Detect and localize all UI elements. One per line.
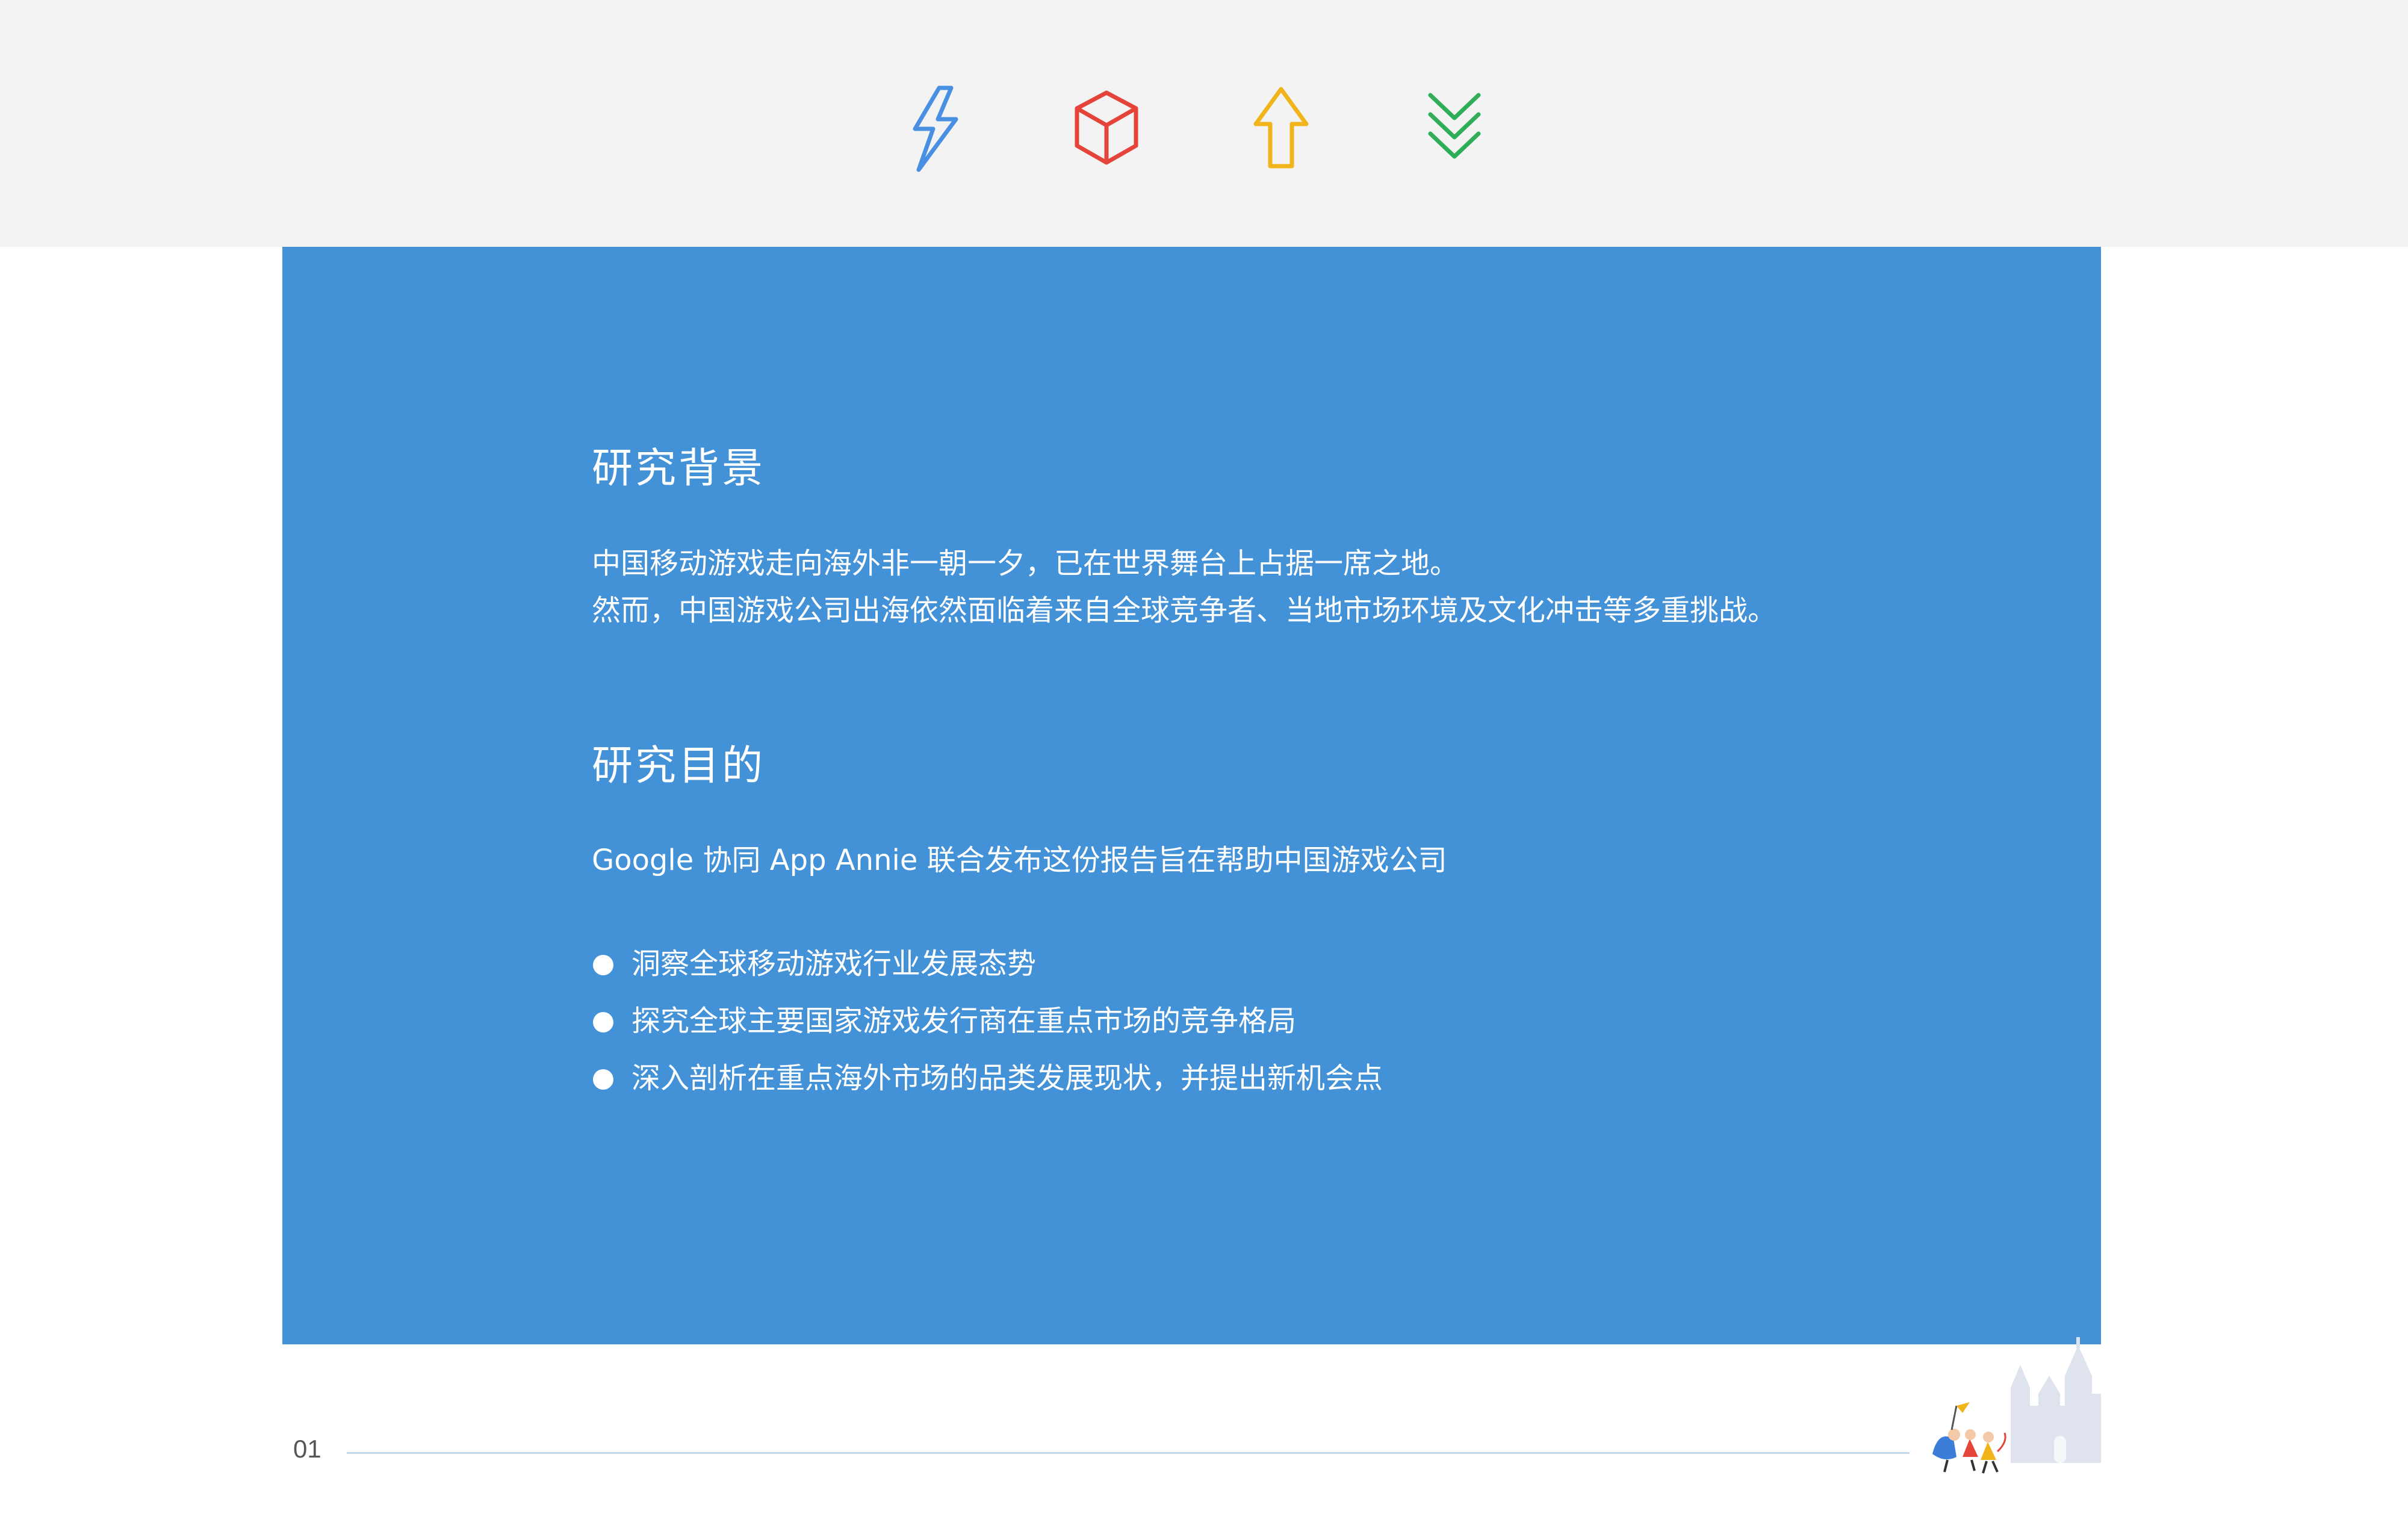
header-band bbox=[0, 0, 2408, 247]
background-line-2: 然而，中国游戏公司出海依然面临着来自全球竞争者、当地市场环境及文化冲击等多重挑战… bbox=[592, 594, 1777, 627]
cube-icon bbox=[1073, 84, 1140, 175]
purpose-intro: Google 协同 App Annie 联合发布这份报告旨在帮助中国游戏公司 bbox=[592, 843, 1447, 877]
content-panel bbox=[282, 247, 2101, 1344]
list-item: 探究全球主要国家游戏发行商在重点市场的竞争格局 bbox=[592, 999, 1383, 1057]
characters bbox=[1932, 1402, 2006, 1474]
lightning-icon bbox=[903, 84, 969, 175]
purpose-heading: 研究目的 bbox=[592, 742, 766, 790]
background-heading: 研究背景 bbox=[592, 445, 766, 492]
list-item: 洞察全球移动游戏行业发展态势 bbox=[592, 942, 1383, 999]
bullet-text: 探究全球主要国家游戏发行商在重点市场的竞争格局 bbox=[631, 1004, 1297, 1038]
bullet-text: 洞察全球移动游戏行业发展态势 bbox=[631, 947, 1037, 981]
background-paragraph: 中国移动游戏走向海外非一朝一夕，已在世界舞台上占据一席之地。 然而，中国游戏公司… bbox=[592, 540, 1777, 634]
purpose-bullet-list: 洞察全球移动游戏行业发展态势 探究全球主要国家游戏发行商在重点市场的竞争格局 深… bbox=[592, 942, 1383, 1114]
bullet-dot bbox=[593, 1069, 613, 1090]
page-number: 01 bbox=[293, 1435, 321, 1463]
footer-divider bbox=[347, 1452, 1910, 1454]
bullet-text: 深入剖析在重点海外市场的品类发展现状，并提出新机会点 bbox=[631, 1061, 1383, 1095]
background-line-1: 中国移动游戏走向海外非一朝一夕，已在世界舞台上占据一席之地。 bbox=[592, 547, 1459, 580]
bullet-dot bbox=[593, 955, 613, 975]
double-chevron-down-icon bbox=[1424, 84, 1485, 175]
castle-characters-illustration bbox=[1920, 1334, 2107, 1480]
bullet-dot bbox=[593, 1012, 613, 1032]
up-arrow-icon bbox=[1251, 84, 1311, 175]
list-item: 深入剖析在重点海外市场的品类发展现状，并提出新机会点 bbox=[592, 1057, 1383, 1114]
